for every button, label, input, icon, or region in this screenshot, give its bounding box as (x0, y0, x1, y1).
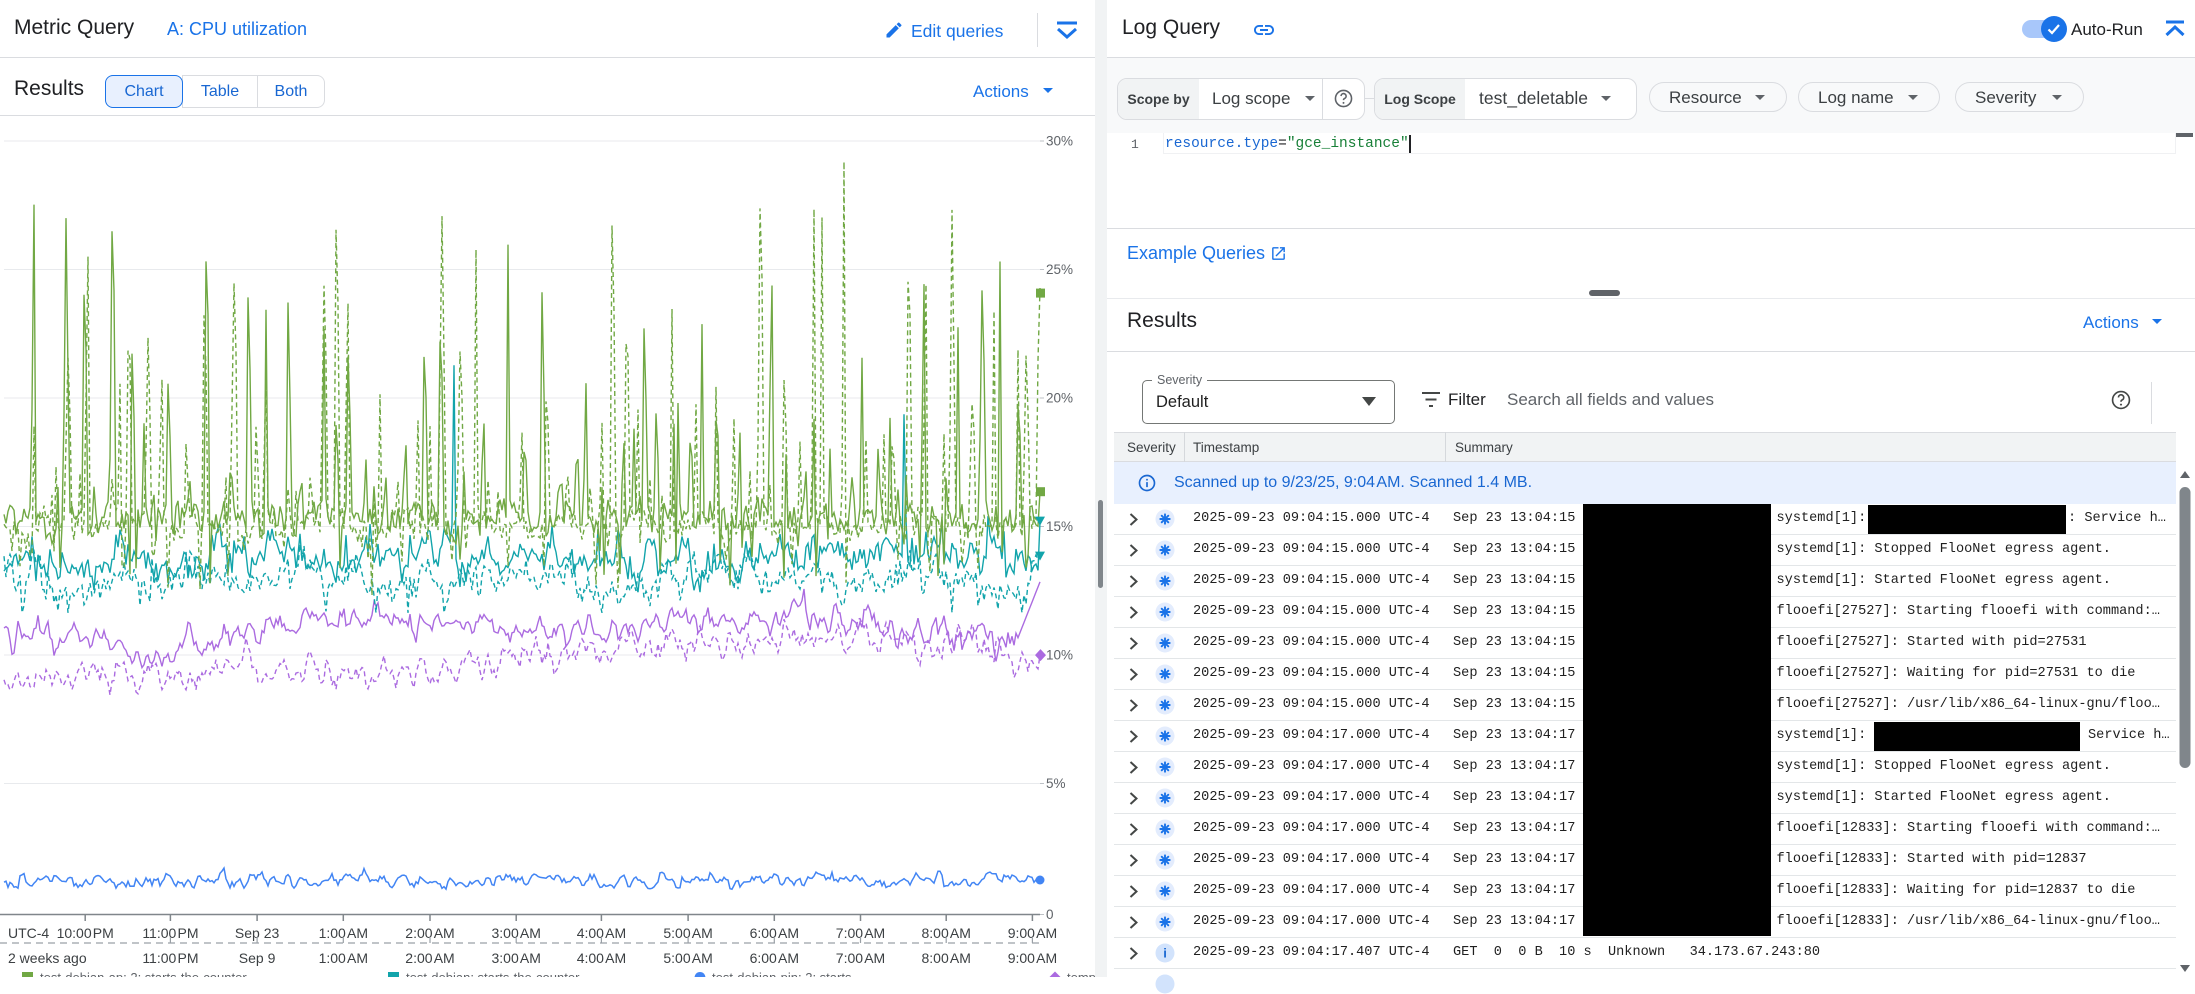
svg-text:test-debian-ap; 2: starts-the-: test-debian-ap; 2: starts-the-counter (40, 970, 247, 977)
svg-text:0: 0 (1046, 907, 1054, 922)
svg-text:8:00 AM: 8:00 AM (921, 950, 970, 966)
svg-text:11:00 PM: 11:00 PM (142, 950, 198, 966)
svg-text:i: i (1163, 946, 1167, 961)
svg-text:15%: 15% (1046, 519, 1073, 534)
svg-text:6:00 AM: 6:00 AM (750, 950, 799, 966)
svg-text:10%: 10% (1046, 648, 1073, 663)
svg-text:Sep 9: Sep 9 (239, 950, 276, 966)
svg-text:30%: 30% (1046, 134, 1073, 149)
svg-text:4:00 AM: 4:00 AM (577, 950, 626, 966)
svg-text:UTC-4: UTC-4 (8, 925, 49, 941)
svg-text:20%: 20% (1046, 391, 1073, 406)
svg-text:temp: temp (1067, 970, 1095, 977)
svg-text:3:00 AM: 3:00 AM (491, 950, 540, 966)
svg-text:2:00 AM: 2:00 AM (405, 950, 454, 966)
svg-text:10:00 PM: 10:00 PM (57, 925, 114, 941)
svg-text:25%: 25% (1046, 262, 1073, 277)
svg-text:test-debian: starts-the-counte: test-debian: starts-the-counter (406, 970, 580, 977)
svg-text:test-debian-pin; 2: starts: test-debian-pin; 2: starts (712, 970, 852, 977)
svg-text:5%: 5% (1046, 776, 1066, 791)
svg-text:1:00 AM: 1:00 AM (319, 950, 368, 966)
svg-text:2 weeks ago: 2 weeks ago (8, 950, 87, 966)
svg-text:7:00 AM: 7:00 AM (836, 950, 885, 966)
svg-text:9:00 AM: 9:00 AM (1008, 950, 1057, 966)
svg-text:5:00 AM: 5:00 AM (663, 950, 712, 966)
